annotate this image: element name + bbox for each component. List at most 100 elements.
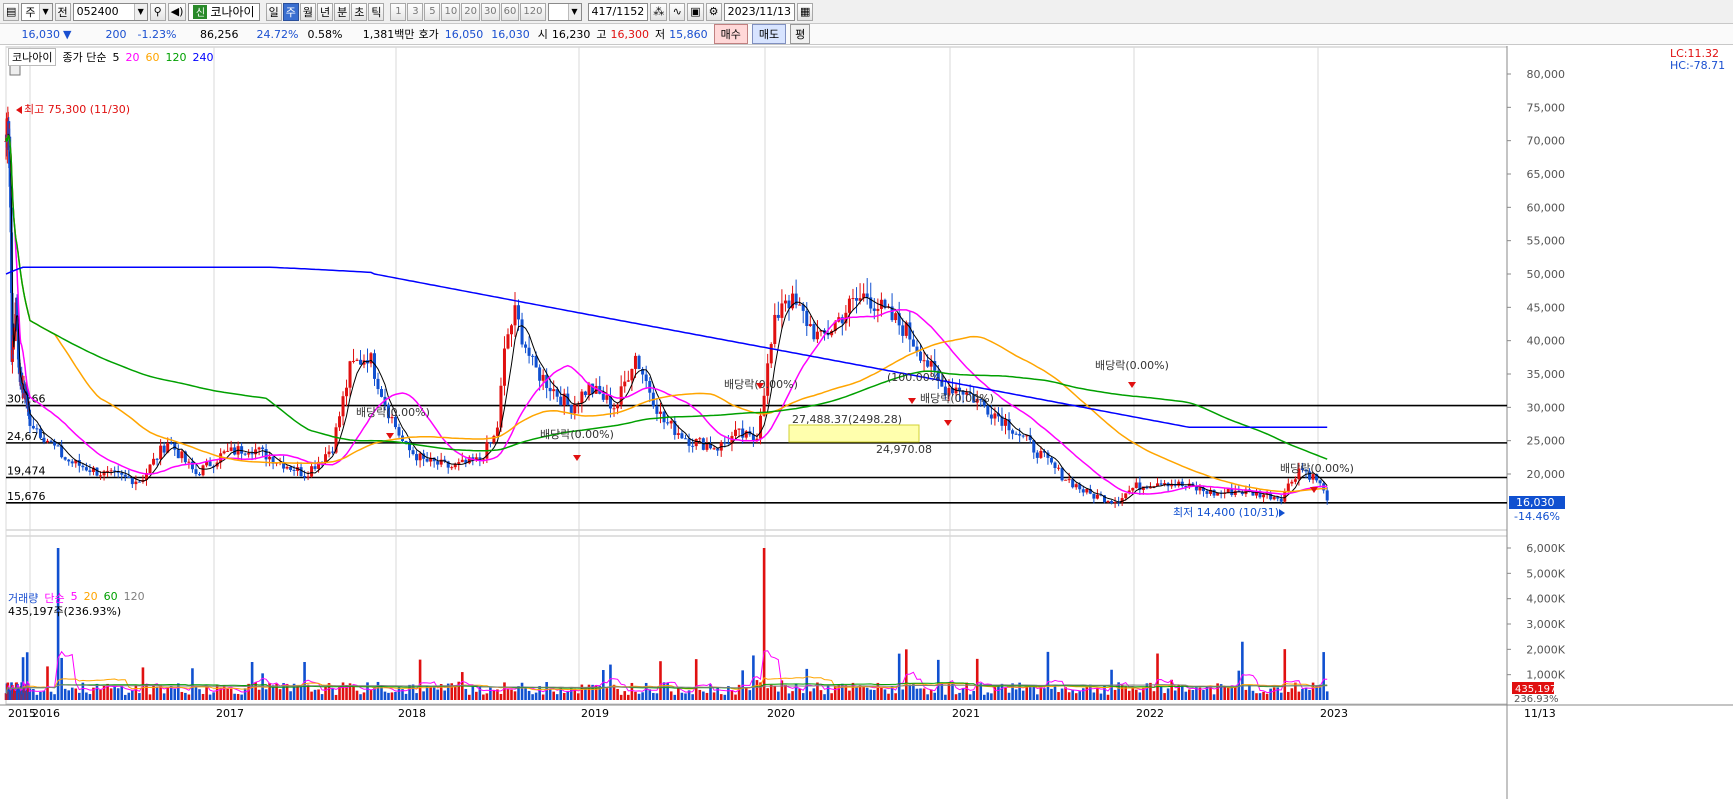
candle-body bbox=[1106, 501, 1110, 503]
period-1-button[interactable]: 주 bbox=[282, 2, 299, 21]
x-tick-label: 11/13 bbox=[1524, 707, 1556, 720]
low-label: 저 bbox=[654, 28, 666, 41]
candle-body bbox=[1004, 419, 1008, 426]
layout-icon[interactable]: ▤ bbox=[3, 2, 20, 21]
volume-bar bbox=[830, 693, 833, 700]
period-0-button[interactable]: 일 bbox=[265, 2, 282, 21]
sound-icon[interactable]: ◀) bbox=[167, 2, 187, 21]
candle-body bbox=[81, 465, 85, 468]
grid-icon bbox=[9, 64, 21, 76]
candle-body bbox=[1290, 481, 1294, 484]
save-icon[interactable]: ▣ bbox=[687, 2, 704, 21]
volume-bar bbox=[637, 693, 641, 700]
volume-bar bbox=[436, 689, 439, 700]
annotation-dividend: 배당락(0.00%) bbox=[920, 392, 994, 405]
candle-body bbox=[808, 324, 812, 326]
price-tick-label: 40,000 bbox=[1527, 335, 1566, 348]
volume-bar bbox=[1255, 693, 1258, 700]
volume-bar bbox=[1283, 649, 1287, 700]
volume-bar bbox=[698, 689, 702, 700]
compare-icon[interactable]: ⁂ bbox=[650, 2, 668, 21]
period-6-button[interactable]: 틱 bbox=[368, 2, 385, 21]
candle-body bbox=[666, 422, 670, 424]
interval-2-button[interactable]: 5 bbox=[424, 2, 441, 21]
calendar-icon[interactable]: ▦ bbox=[797, 2, 814, 21]
volume-bar bbox=[243, 688, 247, 700]
volume-bar bbox=[691, 694, 694, 700]
interval-1-button[interactable]: 3 bbox=[407, 2, 424, 21]
volume-bar bbox=[1036, 694, 1039, 700]
volume-bar bbox=[1308, 690, 1311, 700]
stock-name-field[interactable]: 신 코나아이 bbox=[188, 2, 260, 21]
x-tick-label: 2018 bbox=[398, 707, 426, 720]
candle-body bbox=[495, 427, 499, 436]
volume-bar bbox=[1180, 685, 1184, 700]
volume-bar bbox=[648, 689, 652, 700]
draw-icon[interactable]: ∿ bbox=[669, 2, 686, 21]
interval-5-button[interactable]: 30 bbox=[480, 2, 500, 21]
market-select[interactable]: 주 ▼ bbox=[21, 2, 53, 21]
interval-0-button[interactable]: 1 bbox=[390, 2, 407, 21]
volume-bar bbox=[684, 693, 687, 700]
volume-bar bbox=[1287, 691, 1290, 700]
volume-bar bbox=[355, 690, 359, 700]
candle-body bbox=[506, 334, 510, 349]
volume-bar bbox=[1191, 690, 1195, 700]
gear-icon[interactable]: ⚙ bbox=[705, 2, 722, 21]
candle-body bbox=[190, 461, 194, 470]
volume-bar bbox=[53, 694, 56, 700]
interval-7-button[interactable]: 120 bbox=[520, 2, 546, 21]
period-4-button[interactable]: 분 bbox=[334, 2, 351, 21]
volume-bar bbox=[986, 692, 990, 700]
annotation-dividend: 배당락(0.00%) bbox=[1095, 359, 1169, 372]
volume-bar bbox=[1272, 687, 1276, 700]
volume-bar bbox=[78, 692, 81, 700]
code-input[interactable]: 052400 ▼ bbox=[72, 2, 148, 21]
count-input[interactable]: 417/1152 bbox=[587, 2, 649, 21]
interval-select[interactable]: ▼ bbox=[547, 2, 582, 21]
candle-body bbox=[698, 438, 702, 440]
volume-bar bbox=[478, 685, 482, 700]
volume-bar bbox=[331, 688, 334, 700]
volume-bar bbox=[422, 691, 425, 700]
volume-bar bbox=[944, 694, 947, 700]
stock-chart[interactable]: 20152016 2017 2018 2019 2020 2021 2022 2023 11/1… bbox=[0, 46, 1733, 799]
volume-bar bbox=[609, 664, 612, 700]
price-tick-label: 35,000 bbox=[1527, 368, 1566, 381]
volume-tick-label: 2,000K bbox=[1526, 643, 1565, 656]
volume-bar bbox=[191, 668, 194, 700]
candle-body bbox=[348, 361, 352, 388]
candle-body bbox=[1081, 489, 1085, 493]
volume-bar bbox=[705, 692, 709, 700]
volume-bar bbox=[1014, 689, 1018, 700]
eval-button[interactable]: 평 bbox=[790, 24, 811, 44]
volume-bar bbox=[809, 691, 812, 700]
buy-button[interactable]: 매수 bbox=[713, 24, 748, 44]
search-icon[interactable]: ⚲ bbox=[149, 2, 166, 21]
volume-bar bbox=[1202, 690, 1205, 700]
interval-4-button[interactable]: 20 bbox=[461, 2, 480, 21]
view-button[interactable]: 전 bbox=[54, 2, 71, 21]
period-2-button[interactable]: 월 bbox=[299, 2, 316, 21]
interval-6-button[interactable]: 60 bbox=[500, 2, 520, 21]
volume-bar bbox=[805, 668, 809, 700]
sell-button[interactable]: 매도 bbox=[751, 24, 787, 44]
period-5-button[interactable]: 초 bbox=[351, 2, 368, 21]
volume-bar bbox=[162, 693, 166, 700]
interval-3-button[interactable]: 10 bbox=[441, 2, 461, 21]
date-input[interactable]: 2023/11/13 bbox=[723, 2, 796, 21]
candle-body bbox=[1039, 450, 1043, 458]
volume-bar bbox=[734, 694, 737, 700]
candle-body bbox=[331, 451, 335, 453]
candle-body bbox=[1053, 462, 1057, 469]
period-3-button[interactable]: 년 bbox=[316, 2, 334, 21]
volume-bar bbox=[619, 694, 623, 700]
volume-bar bbox=[766, 688, 769, 700]
volume-bar bbox=[954, 694, 958, 700]
candle-body bbox=[1011, 430, 1015, 434]
candle-body bbox=[534, 355, 538, 368]
candle-body bbox=[254, 449, 258, 455]
volume-bar bbox=[1060, 688, 1064, 700]
volume-bar bbox=[548, 688, 552, 700]
volume-bar bbox=[99, 689, 102, 700]
